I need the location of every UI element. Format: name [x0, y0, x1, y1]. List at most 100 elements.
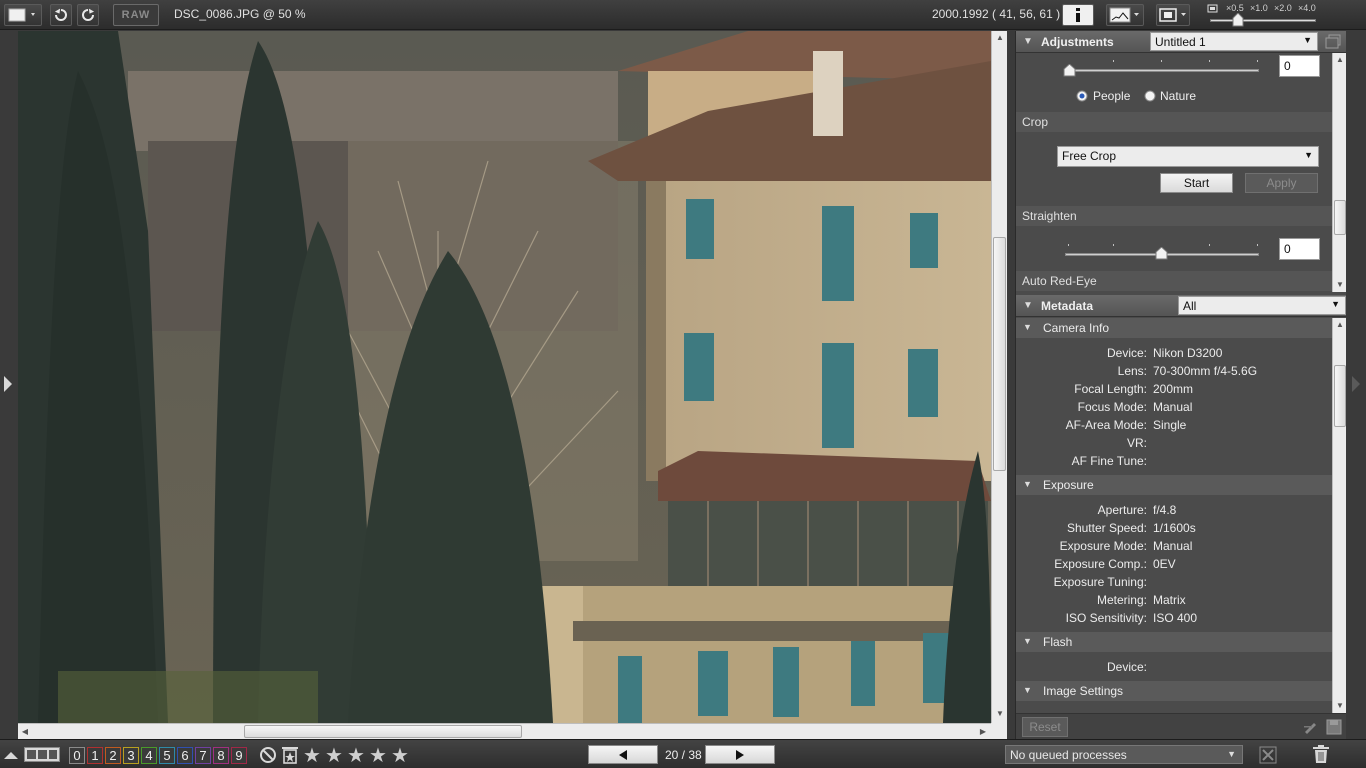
scroll-down-arrow[interactable]: ▼	[993, 707, 1007, 721]
rotate-right-icon	[82, 8, 95, 21]
filmstrip-view-icon[interactable]	[24, 747, 60, 762]
adjustment-slider[interactable]	[1065, 69, 1259, 72]
metadata-header[interactable]: ▼ Metadata All ▼	[1016, 295, 1347, 317]
color-label-1[interactable]: 1	[87, 747, 103, 764]
image-viewport[interactable]	[18, 31, 991, 723]
adjustments-title: Adjustments	[1041, 35, 1114, 49]
filmstrip-toggle-icon[interactable]	[3, 749, 19, 761]
window-menu-button[interactable]	[4, 4, 42, 26]
exposure-header[interactable]: ▼ Exposure	[1016, 475, 1332, 495]
meta-key: Lens:	[1117, 364, 1147, 378]
color-label-9[interactable]: 9	[231, 747, 247, 764]
color-label-0[interactable]: 0	[69, 747, 85, 764]
adjustment-value-field[interactable]: 0	[1279, 55, 1320, 77]
star-4-icon[interactable]: ★	[369, 743, 387, 768]
image-settings-header[interactable]: ▼ Image Settings	[1016, 681, 1332, 701]
fit-small-icon	[1207, 4, 1218, 13]
star-5-icon[interactable]: ★	[391, 743, 409, 768]
star-2-icon[interactable]: ★	[325, 743, 343, 768]
meta-key: Aperture:	[1097, 503, 1147, 517]
adjustments-header[interactable]: ▼ Adjustments Untitled 1 ▼	[1016, 31, 1347, 53]
color-label-5[interactable]: 5	[159, 747, 175, 764]
viewport-vertical-scrollbar[interactable]: ▲ ▼	[991, 31, 1007, 723]
reject-icon[interactable]	[259, 746, 277, 764]
next-image-button[interactable]	[705, 745, 775, 764]
fit-view-button[interactable]	[1156, 4, 1190, 26]
histogram-button[interactable]	[1106, 4, 1144, 26]
radio-nature[interactable]	[1144, 90, 1156, 102]
trash-icon[interactable]	[1312, 745, 1330, 764]
color-label-4[interactable]: 4	[141, 747, 157, 764]
edit-metadata-icon[interactable]	[1302, 718, 1320, 736]
photo-image	[18, 31, 991, 723]
horizontal-scroll-thumb[interactable]	[244, 725, 522, 738]
radio-people[interactable]	[1076, 90, 1088, 102]
scroll-down-arrow[interactable]: ▼	[1333, 699, 1347, 713]
scroll-right-arrow[interactable]: ▶	[976, 725, 990, 739]
pixel-coords: 2000.1992 ( 41, 56, 61 )	[932, 7, 1061, 21]
process-queue-select[interactable]: No queued processes ▼	[1005, 745, 1243, 764]
straighten-slider-thumb[interactable]	[1155, 247, 1168, 260]
crop-start-button[interactable]: Start	[1160, 173, 1233, 193]
star-1-icon[interactable]: ★	[303, 743, 321, 768]
scroll-down-arrow[interactable]: ▼	[1333, 278, 1347, 292]
rotate-right-button[interactable]	[77, 4, 99, 26]
red-eye-group: Auto Red-Eye	[1016, 271, 1332, 291]
scroll-up-arrow[interactable]: ▲	[1333, 318, 1347, 332]
meta-row: AF-Area Mode: Single	[1016, 416, 1332, 434]
scroll-up-arrow[interactable]: ▲	[993, 31, 1007, 45]
flash-header[interactable]: ▼ Flash	[1016, 632, 1332, 652]
crop-mode-select[interactable]: Free Crop ▼	[1057, 146, 1319, 167]
zoom-label-20: ×2.0	[1274, 3, 1292, 13]
rotate-left-button[interactable]	[50, 4, 72, 26]
metadata-title: Metadata	[1041, 299, 1094, 313]
color-label-8[interactable]: 8	[213, 747, 229, 764]
previous-image-button[interactable]	[588, 745, 658, 764]
metadata-scrollbar[interactable]: ▲ ▼	[1332, 318, 1347, 713]
expand-right-icon[interactable]	[1351, 375, 1361, 393]
vertical-scroll-thumb[interactable]	[993, 237, 1006, 471]
top-toolbar: RAW DSC_0086.JPG @ 50 % 2000.1992 ( 41, …	[0, 0, 1366, 30]
camera-info-title: Camera Info	[1043, 321, 1110, 335]
color-label-6[interactable]: 6	[177, 747, 193, 764]
reset-button[interactable]: Reset	[1022, 717, 1068, 737]
adjustments-preset-select[interactable]: Untitled 1 ▼	[1150, 32, 1318, 51]
collapse-triangle-icon: ▼	[1023, 300, 1033, 311]
straighten-group: Straighten	[1016, 206, 1332, 226]
collapse-triangle-icon: ▼	[1023, 36, 1033, 47]
meta-row: ISO Sensitivity: ISO 400	[1016, 609, 1332, 627]
viewport-horizontal-scrollbar[interactable]: ◀ ▶	[18, 723, 991, 739]
meta-key: Focus Mode:	[1077, 400, 1147, 414]
color-label-3[interactable]: 3	[123, 747, 139, 764]
camera-info-header[interactable]: ▼ Camera Info	[1016, 318, 1332, 338]
info-button[interactable]	[1062, 4, 1094, 26]
star-3-icon[interactable]: ★	[347, 743, 365, 768]
metadata-scroll-thumb[interactable]	[1334, 365, 1346, 427]
meta-row: Shutter Speed: 1/1600s	[1016, 519, 1332, 537]
copy-settings-icon[interactable]	[1324, 34, 1342, 50]
expand-left-icon[interactable]	[3, 375, 13, 393]
delete-rating-icon[interactable]	[281, 745, 299, 764]
scroll-up-arrow[interactable]: ▲	[1333, 53, 1347, 67]
adjustments-scroll-thumb[interactable]	[1334, 200, 1346, 235]
zoom-label-05: ×0.5	[1226, 3, 1244, 13]
color-label-2[interactable]: 2	[105, 747, 121, 764]
meta-row: VR:	[1016, 434, 1332, 452]
adjustments-scrollbar[interactable]: ▲ ▼	[1332, 53, 1347, 292]
metadata-filter-select[interactable]: All ▼	[1178, 296, 1346, 315]
zoom-slider[interactable]	[1210, 19, 1316, 22]
save-icon[interactable]	[1325, 718, 1343, 736]
chevron-down-icon: ▼	[1331, 299, 1340, 309]
zoom-slider-thumb[interactable]	[1232, 13, 1244, 27]
scroll-left-arrow[interactable]: ◀	[18, 725, 32, 739]
color-label-7[interactable]: 7	[195, 747, 211, 764]
preset-value: Untitled 1	[1155, 35, 1206, 49]
slider-tick	[1257, 60, 1258, 62]
raw-button[interactable]: RAW	[113, 4, 159, 26]
straighten-value-field[interactable]: 0	[1279, 238, 1320, 260]
cancel-queue-icon[interactable]	[1259, 746, 1277, 764]
adjustment-slider-thumb[interactable]	[1063, 64, 1076, 77]
meta-key: Shutter Speed:	[1066, 521, 1147, 535]
chevron-down-icon: ▼	[1227, 749, 1236, 759]
crop-apply-button[interactable]: Apply	[1245, 173, 1318, 193]
